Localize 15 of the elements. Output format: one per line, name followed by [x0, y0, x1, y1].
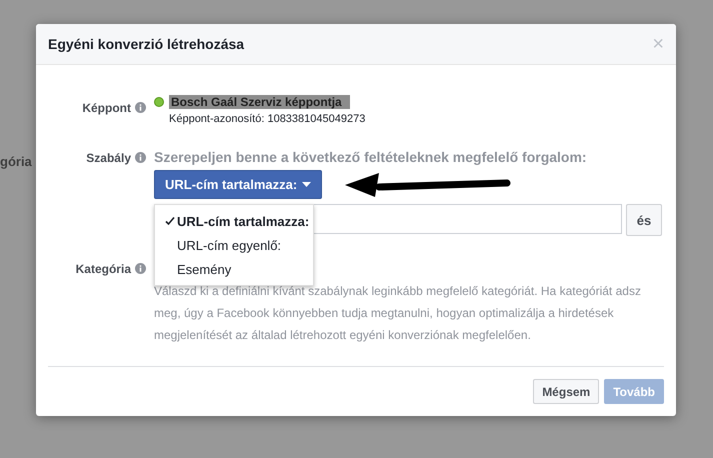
menu-item[interactable]: URL-cím egyenlő:	[155, 233, 313, 257]
cancel-button[interactable]: Mégsem	[533, 379, 600, 404]
background-label: gória	[0, 154, 32, 169]
rule-dropdown[interactable]: URL-cím tartalmazza:	[154, 170, 322, 199]
pixel-name: Bosch Gaál Szerviz képpontja	[169, 95, 350, 109]
menu-item[interactable]: Esemény	[155, 257, 313, 281]
dialog-title: Egyéni konverzió létrehozása	[48, 36, 244, 52]
menu-item[interactable]: URL-cím tartalmazza:	[155, 209, 313, 233]
help-text: Válaszd ki a definiálni kívánt szabálynak leginkább megfelelő kategóriát. Ha kategóriát adsz meg, úgy a Facebook könnyebben tudja megtanulni, hogyan optimalizálja a hirdetések megjelenítését az általad létrehozott egyéni konverziónak megfelelően.	[154, 283, 642, 344]
field-label: Szabály	[86, 151, 131, 165]
and-button[interactable]: és	[626, 204, 662, 236]
field-label: Kategória	[76, 262, 131, 276]
rule-description: Szerepeljen benne a következő feltételeknek megfelelő forgalom:	[154, 149, 588, 165]
field-label: Képpont	[82, 101, 131, 115]
pixel-id: Képpont-azonosító: 1083381045049273	[168, 113, 366, 125]
